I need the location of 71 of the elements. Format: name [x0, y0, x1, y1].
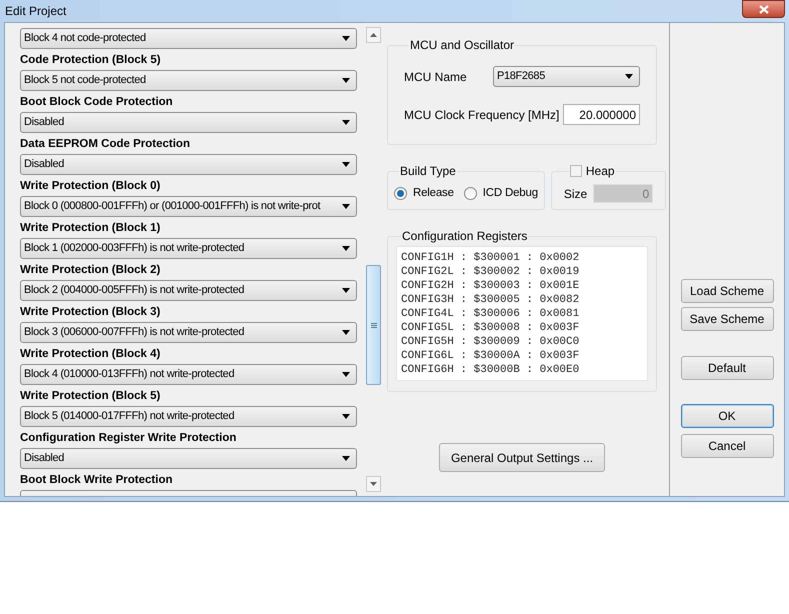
down-arrow-icon: [370, 482, 377, 486]
field-label: Size: [564, 186, 588, 202]
caret-icon: [625, 74, 633, 79]
radio-label: ICD Debug: [482, 186, 538, 201]
setting-label: Write Protection (Block 0): [20, 179, 162, 194]
setting-label: Data EEPROM Code Protection: [20, 137, 191, 152]
dropdown[interactable]: P18F2685: [493, 66, 640, 87]
clock-input[interactable]: 20.000000: [563, 104, 640, 125]
caret-icon: [342, 36, 350, 41]
close-button[interactable]: [742, 0, 785, 18]
setting-label: Code Protection (Block 5): [20, 53, 162, 68]
radio-button[interactable]: [464, 187, 477, 200]
field-label: MCU Clock Frequency [MHz]: [404, 106, 560, 124]
dialog-button[interactable]: OK: [680, 404, 774, 428]
radio-button[interactable]: [394, 187, 407, 200]
setting-label: Boot Block Code Protection: [20, 95, 174, 110]
setting-label: Write Protection (Block 2): [20, 263, 162, 278]
caret-icon: [342, 456, 350, 461]
caret-icon: [342, 78, 350, 83]
setting-label: Write Protection (Block 5): [20, 389, 162, 404]
register-line: CONFIG5L : $300008 : 0x003F: [401, 321, 580, 335]
register-line: CONFIG6H : $30000B : 0x00E0: [401, 363, 580, 377]
dropdown[interactable]: Block 5 (014000-017FFFh) not write-protected: [20, 406, 357, 427]
scroll-up-button[interactable]: [366, 27, 381, 43]
dropdown[interactable]: Block 3 (006000-007FFFh) is not write-protected: [20, 322, 357, 343]
caret-icon: [342, 120, 350, 125]
caret-icon: [342, 246, 350, 251]
caret-icon: [342, 372, 350, 377]
dialog-button[interactable]: Load Scheme: [680, 279, 774, 303]
window-title: Edit Project: [5, 3, 66, 20]
dropdown[interactable]: Block 2 (004000-005FFFh) is not write-protected: [20, 280, 357, 301]
dropdown[interactable]: Disabled: [20, 448, 357, 469]
caret-icon: [342, 204, 350, 209]
register-line: CONFIG2H : $300003 : 0x001E: [401, 279, 580, 293]
dropdown[interactable]: Block 1 (002000-003FFFh) is not write-protected: [20, 238, 357, 259]
field-label: MCU Name: [404, 68, 467, 86]
register-line: CONFIG6L : $30000A : 0x003F: [401, 349, 580, 363]
setting-label: Configuration Register Write Protection: [20, 431, 238, 446]
register-line: CONFIG5H : $300009 : 0x00C0: [401, 335, 580, 349]
dropdown[interactable]: Block 4 (010000-013FFFh) not write-protected: [20, 364, 357, 385]
caret-icon: [342, 288, 350, 293]
dialog-button[interactable]: Save Scheme: [680, 307, 774, 331]
group-title: Heap: [586, 164, 615, 178]
scroll-thumb[interactable]: [366, 265, 381, 385]
caret-icon: [342, 330, 350, 335]
group-title: MCU and Oscillator: [410, 38, 514, 52]
dropdown[interactable]: Block 0 (000800-001FFFh) or (001000-001FFFh) is not write-prot: [20, 196, 357, 217]
scroll-down-button[interactable]: [366, 476, 381, 492]
dropdown[interactable]: Block 4 not code-protected: [20, 28, 357, 49]
dialog-button[interactable]: Default: [680, 356, 774, 380]
setting-label: Boot Block Write Protection: [20, 473, 174, 488]
group-title: Build Type: [400, 164, 456, 178]
setting-label: Write Protection (Block 1): [20, 221, 162, 236]
register-line: CONFIG4L : $300006 : 0x0081: [401, 307, 580, 321]
caret-icon: [342, 162, 350, 167]
register-line: CONFIG2L : $300002 : 0x0019: [401, 265, 580, 279]
setting-label: Write Protection (Block 3): [20, 305, 162, 320]
dialog-button[interactable]: Cancel: [680, 434, 774, 458]
caret-icon: [342, 414, 350, 419]
dropdown[interactable]: Disabled: [20, 112, 357, 133]
up-arrow-icon: [370, 33, 377, 37]
close-icon: [758, 4, 768, 14]
radio-label: Release: [413, 186, 454, 201]
general-output-settings-button[interactable]: General Output Settings ...: [439, 443, 605, 472]
register-line: CONFIG3H : $300005 : 0x0082: [401, 293, 580, 307]
setting-label: Write Protection (Block 4): [20, 347, 162, 362]
register-line: CONFIG1H : $300001 : 0x0002: [401, 251, 580, 265]
grip-icon: [370, 322, 376, 328]
dropdown[interactable]: Disabled: [20, 154, 357, 175]
dropdown[interactable]: Block 5 not code-protected: [20, 70, 357, 91]
group-title: Configuration Registers: [402, 229, 528, 243]
